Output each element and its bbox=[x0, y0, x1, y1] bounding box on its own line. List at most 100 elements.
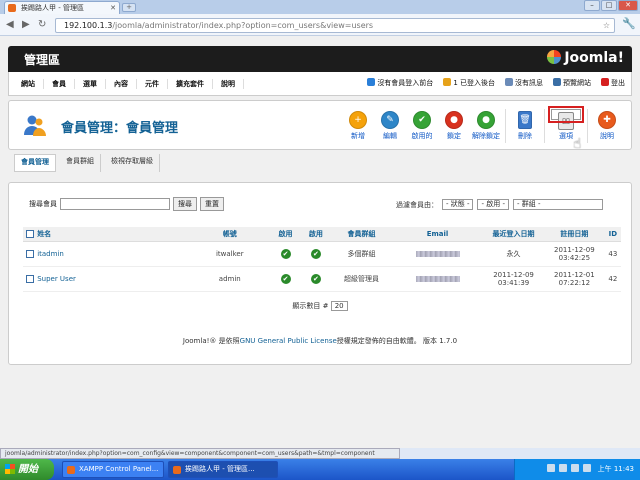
reset-button[interactable]: 重置 bbox=[200, 197, 224, 211]
register-date-cell: 2011-12-01 07:22:12 bbox=[543, 266, 605, 292]
column-header[interactable]: 會員群組 bbox=[331, 227, 392, 242]
group-select[interactable]: - 群組 - bbox=[513, 199, 603, 210]
toolbar-icon: ✔ bbox=[413, 111, 431, 129]
check-icon[interactable]: ✔ bbox=[310, 273, 321, 284]
toolbar-button[interactable]: ✚ 說明 bbox=[591, 109, 623, 143]
url-path: /joomla/administrator/index.php?option=c… bbox=[112, 21, 374, 30]
column-header[interactable]: 啟用 bbox=[300, 227, 332, 242]
start-button[interactable]: 開始 bbox=[0, 459, 54, 480]
toolbar-panel: 會員管理：會員管理 + 新增 ✎ 編輯 ✔ 啟用的 ● 鎖定 ● 解除鎖定 🗑 刪除 ▯▯ 選項 ✚ 說明 bbox=[8, 100, 632, 150]
page-header-title: 管理區 bbox=[24, 53, 61, 67]
subtab[interactable]: 會員群組 bbox=[60, 154, 101, 172]
status-icon bbox=[443, 78, 452, 86]
minimize-button[interactable]: – bbox=[584, 0, 600, 11]
forward-icon[interactable]: ▶ bbox=[22, 18, 30, 32]
display-label: 顯示數目 # bbox=[292, 302, 329, 310]
subtab[interactable]: 會員管理 bbox=[14, 154, 56, 172]
tab-title: 挨踢路人甲 - 管理區 bbox=[21, 4, 84, 12]
main-menu: 網站 會員 選單 內容 元件 擴充套件 說明 bbox=[13, 79, 244, 89]
group-cell: 超級管理員 bbox=[331, 266, 392, 292]
menu-item[interactable]: 網站 bbox=[13, 79, 44, 89]
status-link[interactable]: 預覽網站 bbox=[553, 78, 591, 88]
tray-icon[interactable] bbox=[559, 464, 568, 472]
toolbar-label: 編輯 bbox=[383, 132, 397, 140]
sub-navigation: 會員管理 會員群組 檢視存取層級 bbox=[8, 154, 632, 172]
row-checkbox[interactable] bbox=[26, 274, 35, 283]
check-icon[interactable]: ✔ bbox=[310, 248, 321, 259]
gpl-link[interactable]: GNU General Public License bbox=[240, 337, 337, 345]
tray-icon[interactable] bbox=[583, 464, 592, 472]
users-table: 姓名 帳號 啟用 啟用 會員群組 Email 最近登入日期 註冊日期 ID itadmin itw… bbox=[23, 227, 621, 292]
check-icon[interactable]: ✔ bbox=[280, 248, 291, 259]
menu-item[interactable]: 會員 bbox=[44, 79, 75, 89]
display-number-select[interactable]: 20 bbox=[330, 301, 348, 311]
maximize-button[interactable]: □ bbox=[601, 0, 617, 11]
toolbar-button[interactable]: ● 解除鎖定 bbox=[470, 109, 502, 143]
footer-text: Joomla!® 是依照 bbox=[182, 337, 240, 345]
user-name-link[interactable]: itadmin bbox=[37, 241, 190, 267]
toolbar-button[interactable]: ✎ 編輯 bbox=[374, 109, 406, 143]
search-label: 搜尋會員 bbox=[29, 200, 57, 208]
wrench-icon[interactable]: 🔧 bbox=[622, 17, 636, 30]
email-cell bbox=[391, 241, 484, 267]
column-header[interactable]: 帳號 bbox=[189, 227, 271, 242]
state-select[interactable]: - 狀態 - bbox=[441, 199, 474, 210]
url-input[interactable]: 192.100.1.3/joomla/administrator/index.p… bbox=[55, 18, 615, 33]
url-host: 192.100.1.3 bbox=[64, 21, 113, 30]
status-label: 沒有會員登入前台 bbox=[377, 79, 434, 87]
bookmark-star-icon[interactable]: ☆ bbox=[603, 19, 610, 32]
row-select-cell bbox=[23, 266, 38, 292]
column-header[interactable]: 姓名 bbox=[37, 227, 190, 242]
toolbar-button[interactable]: ● 鎖定 bbox=[438, 109, 470, 143]
column-header[interactable]: 最近登入日期 bbox=[483, 227, 544, 242]
toolbar-separator bbox=[544, 109, 545, 143]
tray-icon[interactable] bbox=[571, 464, 580, 472]
status-icon bbox=[601, 78, 609, 86]
column-header[interactable]: ID bbox=[604, 227, 621, 242]
menu-item[interactable]: 說明 bbox=[213, 79, 244, 89]
status-cell: ✔ bbox=[300, 266, 332, 292]
menu-item[interactable]: 選單 bbox=[75, 79, 106, 89]
user-name-link[interactable]: Super User bbox=[37, 266, 190, 292]
taskbar-item-xampp[interactable]: XAMPP Control Panel... bbox=[62, 461, 164, 478]
menu-item[interactable]: 擴充套件 bbox=[168, 79, 213, 89]
select-all-checkbox[interactable] bbox=[26, 229, 35, 238]
column-header[interactable]: 啟用 bbox=[270, 227, 301, 242]
column-header[interactable]: 註冊日期 bbox=[543, 227, 605, 242]
status-link[interactable]: 沒有訊息 bbox=[505, 78, 543, 88]
tray-icon[interactable] bbox=[547, 464, 556, 472]
close-window-button[interactable]: ✕ bbox=[618, 0, 638, 11]
close-tab-icon[interactable]: ✕ bbox=[110, 2, 116, 14]
new-tab-button[interactable]: + bbox=[122, 3, 136, 12]
clock: 上午 11:43 bbox=[597, 465, 634, 473]
check-icon[interactable]: ✔ bbox=[280, 273, 291, 284]
id-cell: 43 bbox=[604, 241, 621, 267]
status-link[interactable]: 沒有會員登入前台 bbox=[367, 78, 433, 88]
joomla-logo-icon bbox=[547, 50, 562, 64]
column-header[interactable]: Email bbox=[391, 227, 484, 242]
toolbar-button[interactable]: ✔ 啟用的 bbox=[406, 109, 438, 143]
menu-item[interactable]: 元件 bbox=[137, 79, 168, 89]
username-cell: admin bbox=[189, 266, 271, 292]
toolbar-button[interactable]: 🗑 刪除 bbox=[509, 109, 541, 143]
reload-icon[interactable]: ↻ bbox=[38, 18, 46, 32]
row-checkbox[interactable] bbox=[26, 249, 35, 258]
footer-text-post: 授權規定發佈的自由軟體。 版本 1.7.0 bbox=[336, 337, 458, 345]
search-input[interactable] bbox=[60, 198, 170, 210]
browser-tab[interactable]: 挨踢路人甲 - 管理區 ✕ bbox=[4, 1, 120, 14]
table-header-row: 姓名 帳號 啟用 啟用 會員群組 Email 最近登入日期 註冊日期 ID bbox=[23, 227, 621, 242]
address-bar-row: ◀ ▶ ↻ 192.100.1.3/joomla/administrator/i… bbox=[0, 14, 640, 36]
status-label: 預覽網站 bbox=[563, 79, 591, 87]
subtab[interactable]: 檢視存取層級 bbox=[105, 154, 160, 172]
taskbar-item-browser[interactable]: 挨踢路人甲 - 管理區... bbox=[168, 461, 278, 478]
toolbar-separator bbox=[505, 109, 506, 143]
email-blurred bbox=[415, 250, 460, 257]
menu-item[interactable]: 內容 bbox=[106, 79, 137, 89]
status-link[interactable]: 登出 bbox=[601, 78, 625, 88]
back-icon[interactable]: ◀ bbox=[6, 18, 14, 32]
active-select[interactable]: - 啟用 - bbox=[477, 199, 509, 210]
toolbar-button[interactable]: ▯▯ 選項 bbox=[548, 106, 584, 140]
search-button[interactable]: 搜尋 bbox=[173, 197, 197, 211]
status-link[interactable]: 1 已登入後台 bbox=[443, 78, 495, 88]
toolbar-button[interactable]: + 新增 bbox=[342, 109, 374, 143]
